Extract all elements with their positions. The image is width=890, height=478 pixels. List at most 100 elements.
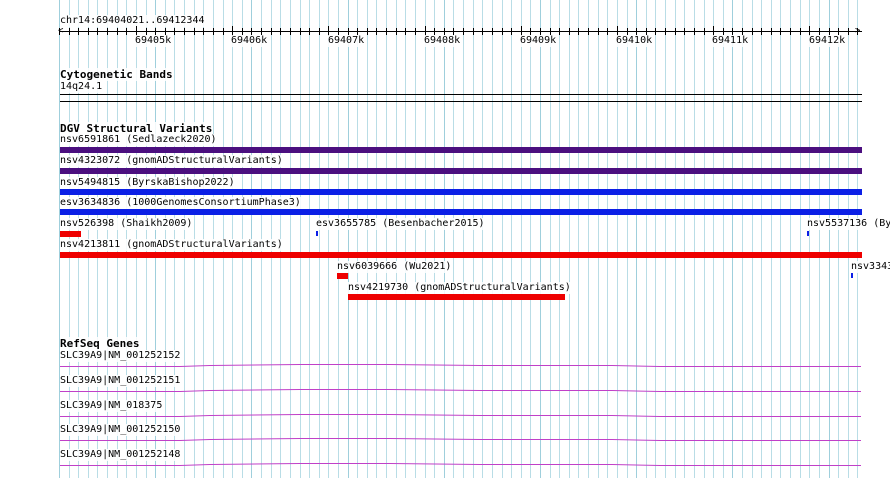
variant-label-nsv5494815: nsv5494815 (ByrskaBishop2022) [60,177,235,189]
ruler-tick [376,28,377,35]
cytoband-track-title: Cytogenetic Bands [60,68,173,81]
ruler-tick [704,28,705,35]
ruler-tick [829,28,830,35]
ruler-tick [732,28,733,35]
ruler-tick [819,28,820,35]
ruler-tick [203,28,204,35]
tick-label: 69411k [712,35,749,47]
variant-bar-nsv6039666[interactable] [337,273,348,279]
ruler-tick [444,28,445,35]
ruler-tick [607,28,608,35]
cytoband-top-border [60,94,862,95]
ruler-tick [848,28,849,35]
variant-label-nsv6591861: nsv6591861 (Sedlazeck2020) [60,134,217,146]
variant-bar-nsv5537136[interactable] [807,231,809,236]
ruler-tick [88,28,89,35]
ruler-tick [684,28,685,35]
cytoband-label: 14q24.1 [60,81,103,93]
ruler-tick [59,28,60,35]
gene-model[interactable] [60,433,862,447]
variant-bar-nsv3343[interactable] [851,273,853,278]
ruler-tick [97,28,98,35]
ruler-tick [194,28,195,35]
ruler-tick [367,28,368,35]
ruler-tick [790,28,791,35]
gene-model[interactable] [60,458,862,472]
ruler-tick [723,28,724,35]
ruler-tick [386,28,387,35]
ruler-tick [126,28,127,35]
variant-bar-nsv4219730[interactable] [348,294,565,300]
refseq-track-title: RefSeq Genes [60,337,140,350]
variant-bar-nsv4213811[interactable] [60,252,862,258]
tick-label: 69406k [231,35,268,47]
ruler-tick [213,28,214,35]
ruler-tick [694,28,695,35]
ruler-tick [492,28,493,35]
ruler-tick [348,28,349,35]
ruler-tick [242,28,243,35]
ruler-tick [69,28,70,35]
ruler-tick [578,28,579,35]
variant-label-nsv526398: nsv526398 (Shaikh2009) [60,218,193,230]
cytoband-bottom-border [60,101,862,102]
ruler-tick [627,28,628,35]
ruler-tick [675,28,676,35]
ruler-tick [174,28,175,35]
ruler-tick [251,28,252,35]
tick-label: 69410k [616,35,653,47]
ruler-tick [261,28,262,35]
variant-bar-nsv5494815[interactable] [60,189,862,195]
tick-label: 69408k [424,35,461,47]
ruler-tick [300,28,301,35]
ruler-tick [146,28,147,35]
ruler-tick [569,28,570,35]
variant-bar-nsv4323072[interactable] [60,168,862,174]
gene-model[interactable] [60,409,862,423]
tick-label: 69407k [328,35,365,47]
ruler-tick [473,28,474,35]
tick-label: 69409k [520,35,557,47]
variant-label-nsv3343: nsv3343 [851,261,890,273]
gene-model[interactable] [60,359,862,373]
ruler-tick [155,28,156,35]
ruler-tick [184,28,185,35]
gene-model[interactable] [60,384,862,398]
tick-label: 69412k [809,35,846,47]
ruler-tick [742,28,743,35]
ruler-tick [223,28,224,35]
ruler-tick [482,28,483,35]
ruler-tick [530,28,531,35]
ruler-tick [415,28,416,35]
variant-label-nsv4213811: nsv4213811 (gnomADStructuralVariants) [60,239,283,251]
ruler-tick [463,28,464,35]
variant-label-nsv4323072: nsv4323072 (gnomADStructuralVariants) [60,155,283,167]
ruler-tick [780,28,781,35]
ruler-tick [646,28,647,35]
ruler-tick [511,28,512,35]
variant-bar-nsv526398[interactable] [60,231,81,237]
ruler-tick [405,28,406,35]
locus-label: chr14:69404021..69412344 [60,15,205,27]
ruler-tick [357,28,358,35]
ruler-tick [588,28,589,35]
variant-bar-esv3634836[interactable] [60,209,862,215]
ruler-tick [838,28,839,35]
ruler-tick [280,28,281,35]
ruler-tick [338,28,339,35]
variant-label-esv3634836: esv3634836 (1000GenomesConsortiumPhase3) [60,197,301,209]
ruler-tick [550,28,551,35]
variant-bar-nsv6591861[interactable] [60,147,862,153]
ruler-tick [434,28,435,35]
variant-label-nsv4219730: nsv4219730 (gnomADStructuralVariants) [348,282,571,294]
tick-label: 69405k [135,35,172,47]
ruler-tick [290,28,291,35]
ruler-tick [761,28,762,35]
variant-label-nsv5537136: nsv5537136 (Byr [807,218,890,230]
ruler-tick [453,28,454,35]
variant-label-nsv6039666: nsv6039666 (Wu2021) [337,261,452,273]
ruler-tick [752,28,753,35]
ruler-tick [396,28,397,35]
variant-bar-esv3655785[interactable] [316,231,318,236]
ruler-tick [309,28,310,35]
